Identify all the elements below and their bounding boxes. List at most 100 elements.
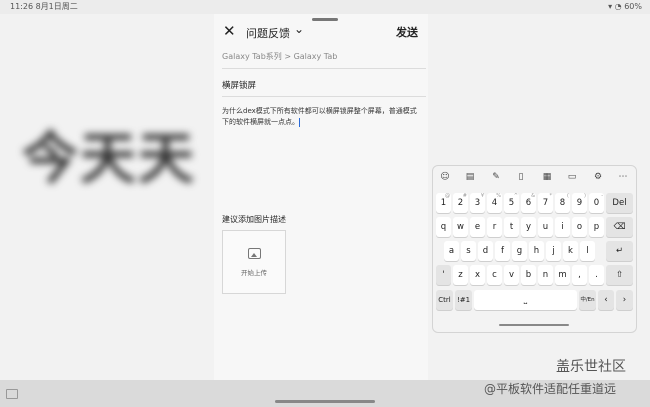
key-sup: ) bbox=[584, 193, 586, 199]
feedback-panel: ✕ 问题反馈 ⌄ 发送 Galaxy Tab系列 > Galaxy Tab 横屏… bbox=[214, 14, 428, 380]
space-icon: ⎵ bbox=[523, 295, 528, 305]
key-y[interactable]: y bbox=[521, 217, 536, 237]
key-x[interactable]: x bbox=[470, 265, 485, 285]
key-z[interactable]: z bbox=[453, 265, 468, 285]
key-sup: * bbox=[549, 193, 553, 199]
key-p[interactable]: p bbox=[589, 217, 604, 237]
symbols-key[interactable]: !#1 bbox=[455, 290, 472, 310]
chevron-down-icon[interactable]: ⌄ bbox=[294, 22, 304, 36]
subject-field[interactable]: 横屏锁屏 bbox=[222, 79, 256, 91]
key-k[interactable]: k bbox=[563, 241, 578, 261]
panel-title[interactable]: 问题反馈 bbox=[246, 25, 290, 41]
chevron-right-icon: › bbox=[622, 295, 627, 305]
gear-icon[interactable]: ⚙ bbox=[592, 171, 604, 183]
key-4[interactable]: 4% bbox=[487, 193, 502, 213]
attach-image-label: 建议添加图片描述 bbox=[222, 215, 286, 224]
key-g[interactable]: g bbox=[512, 241, 527, 261]
cursor-left-key[interactable]: ‹ bbox=[598, 290, 614, 310]
close-icon[interactable]: ✕ bbox=[223, 22, 236, 40]
key-0[interactable]: 0- bbox=[589, 193, 604, 213]
key-sup: & bbox=[531, 193, 535, 199]
enter-icon: ↵ bbox=[615, 246, 624, 256]
key-label: 3 bbox=[474, 198, 481, 208]
breadcrumb[interactable]: Galaxy Tab系列 > Galaxy Tab bbox=[222, 51, 337, 62]
send-button[interactable]: 发送 bbox=[396, 24, 418, 40]
apostrophe-key[interactable]: ' bbox=[436, 265, 451, 285]
ctrl-key[interactable]: Ctrl bbox=[436, 290, 453, 310]
sticker-icon[interactable]: ▭ bbox=[566, 171, 578, 183]
key-2[interactable]: 2 # bbox=[453, 193, 468, 213]
key-f[interactable]: f bbox=[495, 241, 510, 261]
status-battery: ▾ ◔ 60% bbox=[608, 2, 642, 11]
key-q[interactable]: q bbox=[436, 217, 451, 237]
panel-header: ✕ 问题反馈 ⌄ 发送 bbox=[214, 20, 428, 46]
key-n[interactable]: n bbox=[538, 265, 553, 285]
key-u[interactable]: u bbox=[538, 217, 553, 237]
watermark-author: @平板软件适配任重道远 bbox=[484, 382, 617, 396]
handwriting-icon[interactable]: ✎ bbox=[490, 171, 502, 183]
key-m[interactable]: m bbox=[555, 265, 570, 285]
key-e[interactable]: e bbox=[470, 217, 485, 237]
upload-image-button[interactable]: 开始上传 bbox=[222, 230, 286, 294]
clipboard-icon[interactable]: ▯ bbox=[515, 171, 527, 183]
key-5[interactable]: 5 ^ bbox=[504, 193, 519, 213]
key-8[interactable]: 8( bbox=[555, 193, 570, 213]
key-sup: ^ bbox=[513, 193, 518, 199]
image-icon bbox=[248, 248, 261, 259]
backspace-key[interactable]: ⌫ bbox=[606, 217, 633, 237]
background-app-left: 今天天 bbox=[0, 14, 214, 380]
key-9[interactable]: 9) bbox=[572, 193, 587, 213]
period-key[interactable]: . bbox=[589, 265, 604, 285]
shift-key[interactable]: ⇧ bbox=[606, 265, 633, 285]
key-a[interactable]: a bbox=[444, 241, 459, 261]
language-key[interactable]: 中/En bbox=[579, 290, 596, 310]
cursor-right-key[interactable]: › bbox=[616, 290, 633, 310]
key-h[interactable]: h bbox=[529, 241, 544, 261]
shift-icon: ⇧ bbox=[615, 270, 624, 280]
delete-key[interactable]: Del bbox=[606, 193, 633, 213]
key-b[interactable]: b bbox=[521, 265, 536, 285]
keyboard-toggle-icon[interactable] bbox=[6, 389, 18, 399]
feedback-body-text: 为什么dex模式下所有软件都可以横屏锁屏整个屏幕，普通模式下的软件横屏就一点点。 bbox=[222, 107, 417, 126]
status-time-date: 11:26 8月1日周二 bbox=[10, 2, 78, 11]
key-1[interactable]: 1 @ bbox=[436, 193, 451, 213]
key-3[interactable]: 3 ¥ bbox=[470, 193, 485, 213]
key-d[interactable]: d bbox=[478, 241, 493, 261]
key-6[interactable]: 6 & bbox=[521, 193, 536, 213]
space-key[interactable]: ⎵ bbox=[474, 290, 577, 310]
key-t[interactable]: t bbox=[504, 217, 519, 237]
battery-level: 60% bbox=[624, 2, 642, 11]
key-v[interactable]: v bbox=[504, 265, 519, 285]
key-label: 9 bbox=[576, 198, 583, 208]
home-indicator[interactable] bbox=[275, 400, 375, 403]
key-r[interactable]: r bbox=[487, 217, 502, 237]
key-o[interactable]: o bbox=[572, 217, 587, 237]
key-7[interactable]: 7 * bbox=[538, 193, 553, 213]
enter-key[interactable]: ↵ bbox=[606, 241, 633, 261]
more-icon[interactable]: ⋯ bbox=[617, 171, 629, 183]
keyboard-handle[interactable] bbox=[499, 324, 569, 326]
key-s[interactable]: s bbox=[461, 241, 476, 261]
key-w[interactable]: w bbox=[453, 217, 468, 237]
divider bbox=[222, 96, 426, 97]
chevron-left-icon: ‹ bbox=[604, 295, 608, 305]
calculator-icon[interactable]: ▦ bbox=[541, 171, 553, 183]
keyboard-icon[interactable]: ▤ bbox=[464, 171, 476, 183]
key-label: 7 bbox=[542, 198, 549, 208]
status-bar: 11:26 8月1日周二 ▾ ◔ 60% bbox=[0, 0, 650, 14]
feedback-body-field[interactable]: 为什么dex模式下所有软件都可以横屏锁屏整个屏幕，普通模式下的软件横屏就一点点。 bbox=[222, 106, 422, 128]
divider bbox=[222, 68, 426, 69]
key-l[interactable]: l bbox=[580, 241, 595, 261]
key-sup: @ bbox=[445, 193, 450, 199]
watermark-logo: 盖乐世社区 bbox=[556, 359, 626, 375]
comma-key[interactable]: , bbox=[572, 265, 587, 285]
key-sup: - bbox=[601, 193, 603, 199]
key-sup: ¥ bbox=[480, 193, 484, 199]
key-j[interactable]: j bbox=[546, 241, 561, 261]
floating-keyboard: ☺ ▤ ✎ ▯ ▦ ▭ ⚙ ⋯ 1 @ 2 # 3 ¥ 4% 5 ^ 6 & 7 * 8( … bbox=[432, 165, 637, 333]
upload-label: 开始上传 bbox=[241, 269, 267, 277]
emoji-icon[interactable]: ☺ bbox=[439, 171, 451, 183]
key-c[interactable]: c bbox=[487, 265, 502, 285]
key-i[interactable]: i bbox=[555, 217, 570, 237]
key-sup: ( bbox=[567, 193, 569, 199]
